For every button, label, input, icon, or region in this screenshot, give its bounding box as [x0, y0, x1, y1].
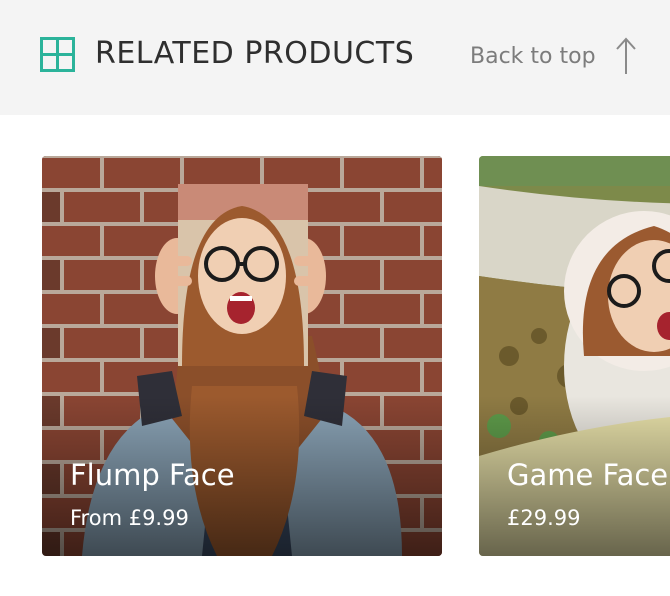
- related-products-header: RELATED PRODUCTS Back to top: [0, 0, 670, 115]
- product-title: Game Face: [507, 458, 669, 492]
- back-to-top-label: Back to top: [470, 43, 596, 69]
- product-card-game-face[interactable]: Game Face £29.99: [479, 156, 670, 556]
- grid-icon: [40, 37, 75, 72]
- section-title: RELATED PRODUCTS: [95, 36, 415, 71]
- related-products-carousel: Flump Face From £9.99 Game Face £29.99: [0, 115, 670, 596]
- product-price: £29.99: [507, 506, 581, 530]
- product-price: From £9.99: [70, 506, 189, 530]
- back-to-top-link[interactable]: Back to top: [470, 34, 638, 78]
- product-title: Flump Face: [70, 458, 235, 492]
- product-card-flump-face[interactable]: Flump Face From £9.99: [42, 156, 442, 556]
- arrow-up-icon: [615, 37, 636, 74]
